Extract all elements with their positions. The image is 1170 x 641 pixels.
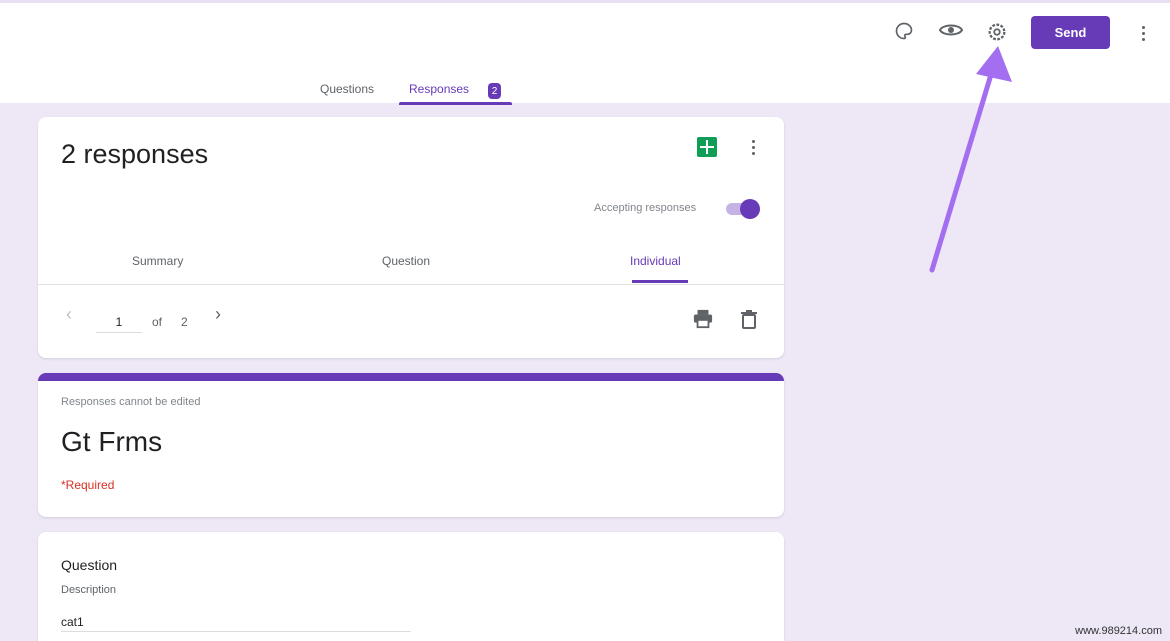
form-header-card: Responses cannot be edited Gt Frms *Requ… <box>38 373 784 517</box>
watermark: www.989214.com <box>1075 625 1162 637</box>
question-description: Description <box>61 584 117 596</box>
trash-icon[interactable] <box>735 305 763 333</box>
responses-count-badge: 2 <box>488 83 501 99</box>
chevron-right-icon[interactable]: › <box>215 304 221 325</box>
cannot-edit-notice: Responses cannot be edited <box>61 396 201 408</box>
form-title: Gt Frms <box>61 426 163 457</box>
accepting-responses-label: Accepting responses <box>594 202 697 214</box>
tab-question[interactable]: Question <box>382 254 430 268</box>
pager-of-label: of <box>152 315 163 329</box>
sheets-icon[interactable] <box>697 137 717 157</box>
answer-underline <box>61 631 411 632</box>
tab-individual[interactable]: Individual <box>630 254 681 268</box>
more-vert-icon[interactable] <box>1133 23 1153 43</box>
question-answer: cat1 <box>61 615 84 629</box>
print-icon[interactable] <box>689 305 717 333</box>
pager-total: 2 <box>181 315 188 329</box>
tab-responses[interactable]: Responses <box>409 82 469 96</box>
chevron-left-icon[interactable]: ‹ <box>66 304 72 325</box>
page-number-input[interactable] <box>96 311 142 333</box>
send-button[interactable]: Send <box>1031 16 1110 49</box>
question-title: Question <box>61 557 118 573</box>
tab-summary[interactable]: Summary <box>132 254 183 268</box>
responses-count: 2 responses <box>61 139 209 169</box>
tab-questions[interactable]: Questions <box>320 82 374 96</box>
response-pager: ‹ of 2 › <box>38 285 784 358</box>
question-card: Question Description cat1 <box>38 532 784 641</box>
responses-more-vert-icon[interactable] <box>743 137 763 157</box>
active-tab-indicator <box>399 102 512 105</box>
accepting-responses-toggle[interactable] <box>724 198 760 219</box>
annotation-arrow <box>929 46 1012 273</box>
responses-summary-card: 2 responses Accepting responses Summary … <box>38 117 784 358</box>
required-note: *Required <box>61 478 115 492</box>
active-subtab-indicator <box>632 280 688 283</box>
